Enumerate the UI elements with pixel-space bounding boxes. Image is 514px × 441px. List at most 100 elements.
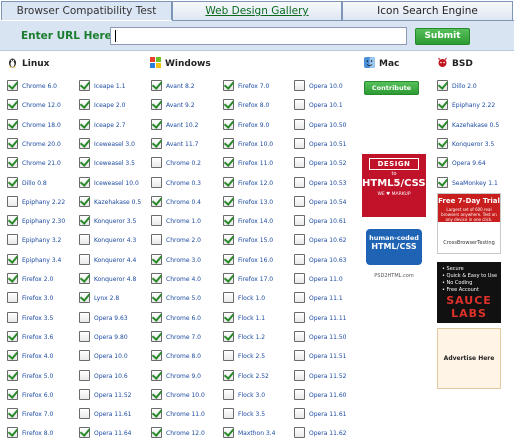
ad-sauce-labs[interactable]: • Secure • Quick & Easy to Use • No Codi… — [437, 262, 501, 323]
browser-checkbox[interactable] — [437, 157, 448, 168]
browser-checkbox[interactable] — [151, 389, 162, 400]
browser-option[interactable]: Flock 3.0 — [223, 389, 293, 403]
browser-option[interactable]: Kazehakase 0.5 — [79, 196, 149, 210]
browser-checkbox[interactable] — [151, 331, 162, 342]
browser-option[interactable]: Konqueror 3.5 — [79, 215, 149, 229]
browser-option[interactable]: Opera 10.6 — [79, 370, 149, 384]
submit-button[interactable]: Submit — [415, 28, 470, 45]
browser-option[interactable]: Chrome 0.4 — [151, 196, 221, 210]
ad-psd2html[interactable]: human-coded HTML/CSS PSD2HTML.com — [362, 225, 426, 285]
browser-option[interactable]: Dillo 2.0 — [437, 80, 507, 94]
browser-option[interactable]: Opera 10.61 — [294, 215, 364, 229]
browser-checkbox[interactable] — [79, 119, 90, 130]
browser-option[interactable]: Lynx 2.8 — [79, 292, 149, 306]
browser-option[interactable]: Firefox 8.0 — [7, 427, 77, 441]
browser-checkbox[interactable] — [151, 408, 162, 419]
browser-checkbox[interactable] — [7, 389, 18, 400]
browser-option[interactable]: Opera 10.53 — [294, 177, 364, 191]
browser-option[interactable]: Dillo 0.8 — [7, 177, 77, 191]
browser-option[interactable]: Chrome 2.0 — [151, 234, 221, 248]
browser-checkbox[interactable] — [7, 350, 18, 361]
browser-checkbox[interactable] — [79, 254, 90, 265]
advertise-here-slot[interactable]: Advertise Here — [437, 328, 501, 389]
browser-option[interactable]: Opera 11.1 — [294, 292, 364, 306]
tab-web-design-gallery[interactable]: Web Design Gallery — [172, 1, 342, 20]
browser-checkbox[interactable] — [151, 292, 162, 303]
browser-checkbox[interactable] — [294, 196, 305, 207]
browser-checkbox[interactable] — [294, 408, 305, 419]
browser-checkbox[interactable] — [79, 138, 90, 149]
browser-checkbox[interactable] — [151, 254, 162, 265]
browser-checkbox[interactable] — [79, 408, 90, 419]
browser-checkbox[interactable] — [223, 196, 234, 207]
browser-checkbox[interactable] — [7, 138, 18, 149]
browser-option[interactable]: Opera 11.60 — [294, 389, 364, 403]
browser-checkbox[interactable] — [7, 177, 18, 188]
browser-checkbox[interactable] — [7, 312, 18, 323]
browser-checkbox[interactable] — [223, 138, 234, 149]
browser-option[interactable]: Chrome 7.0 — [151, 331, 221, 345]
browser-option[interactable]: Iceape 2.0 — [79, 99, 149, 113]
tab-browser-compatibility-test[interactable]: Browser Compatibility Test — [1, 1, 172, 20]
browser-checkbox[interactable] — [79, 370, 90, 381]
browser-option[interactable]: Avant 11.7 — [151, 138, 221, 152]
browser-option[interactable]: Opera 11.61 — [79, 408, 149, 422]
browser-checkbox[interactable] — [79, 196, 90, 207]
browser-option[interactable]: Opera 11.52 — [294, 370, 364, 384]
browser-checkbox[interactable] — [7, 427, 18, 438]
browser-checkbox[interactable] — [151, 312, 162, 323]
browser-option[interactable]: Avant 10.2 — [151, 119, 221, 133]
browser-checkbox[interactable] — [7, 254, 18, 265]
browser-option[interactable]: Opera 10.54 — [294, 196, 364, 210]
browser-option[interactable]: Chrome 5.0 — [151, 292, 221, 306]
browser-checkbox[interactable] — [7, 273, 18, 284]
browser-option[interactable]: Iceape 1.1 — [79, 80, 149, 94]
ad-crossbrowsertesting[interactable]: Free 7-Day Trial Largest set of 600 real… — [437, 193, 501, 254]
browser-option[interactable]: Firefox 3.6 — [7, 331, 77, 345]
browser-checkbox[interactable] — [223, 312, 234, 323]
browser-option[interactable]: Opera 10.63 — [294, 254, 364, 268]
browser-option[interactable]: Chrome 6.0 — [7, 80, 77, 94]
browser-option[interactable]: Konqueror 4.4 — [79, 254, 149, 268]
browser-option[interactable]: Epiphany 3.4 — [7, 254, 77, 268]
browser-checkbox[interactable] — [7, 370, 18, 381]
browser-checkbox[interactable] — [294, 312, 305, 323]
browser-option[interactable]: Kazehakase 0.5 — [437, 119, 507, 133]
browser-option[interactable]: Konqueror 4.8 — [79, 273, 149, 287]
browser-checkbox[interactable] — [79, 273, 90, 284]
browser-checkbox[interactable] — [294, 292, 305, 303]
browser-option[interactable]: Flock 3.5 — [223, 408, 293, 422]
browser-option[interactable]: Chrome 12.0 — [7, 99, 77, 113]
browser-checkbox[interactable] — [79, 331, 90, 342]
browser-checkbox[interactable] — [437, 138, 448, 149]
browser-checkbox[interactable] — [294, 273, 305, 284]
browser-option[interactable]: Konqueror 4.3 — [79, 234, 149, 248]
browser-option[interactable]: Opera 10.0 — [79, 350, 149, 364]
browser-checkbox[interactable] — [151, 350, 162, 361]
browser-checkbox[interactable] — [7, 292, 18, 303]
url-input[interactable] — [110, 27, 407, 45]
browser-option[interactable]: Flock 1.2 — [223, 331, 293, 345]
browser-option[interactable]: Opera 9.63 — [79, 312, 149, 326]
browser-checkbox[interactable] — [223, 119, 234, 130]
browser-checkbox[interactable] — [223, 215, 234, 226]
browser-checkbox[interactable] — [294, 119, 305, 130]
browser-checkbox[interactable] — [437, 177, 448, 188]
browser-option[interactable]: Chrome 1.0 — [151, 215, 221, 229]
browser-checkbox[interactable] — [294, 177, 305, 188]
browser-checkbox[interactable] — [294, 350, 305, 361]
browser-option[interactable]: Firefox 15.0 — [223, 234, 293, 248]
browser-option[interactable]: Firefox 7.0 — [223, 80, 293, 94]
browser-checkbox[interactable] — [79, 350, 90, 361]
browser-option[interactable]: Firefox 11.0 — [223, 157, 293, 171]
browser-option[interactable]: Opera 11.62 — [294, 427, 364, 441]
browser-checkbox[interactable] — [7, 119, 18, 130]
browser-checkbox[interactable] — [151, 215, 162, 226]
tab-icon-search-engine[interactable]: Icon Search Engine — [342, 1, 513, 20]
browser-option[interactable]: Chrome 18.0 — [7, 119, 77, 133]
browser-option[interactable]: Opera 10.51 — [294, 138, 364, 152]
browser-checkbox[interactable] — [294, 254, 305, 265]
browser-option[interactable]: Opera 10.52 — [294, 157, 364, 171]
browser-checkbox[interactable] — [151, 273, 162, 284]
browser-option[interactable]: Firefox 4.0 — [7, 350, 77, 364]
